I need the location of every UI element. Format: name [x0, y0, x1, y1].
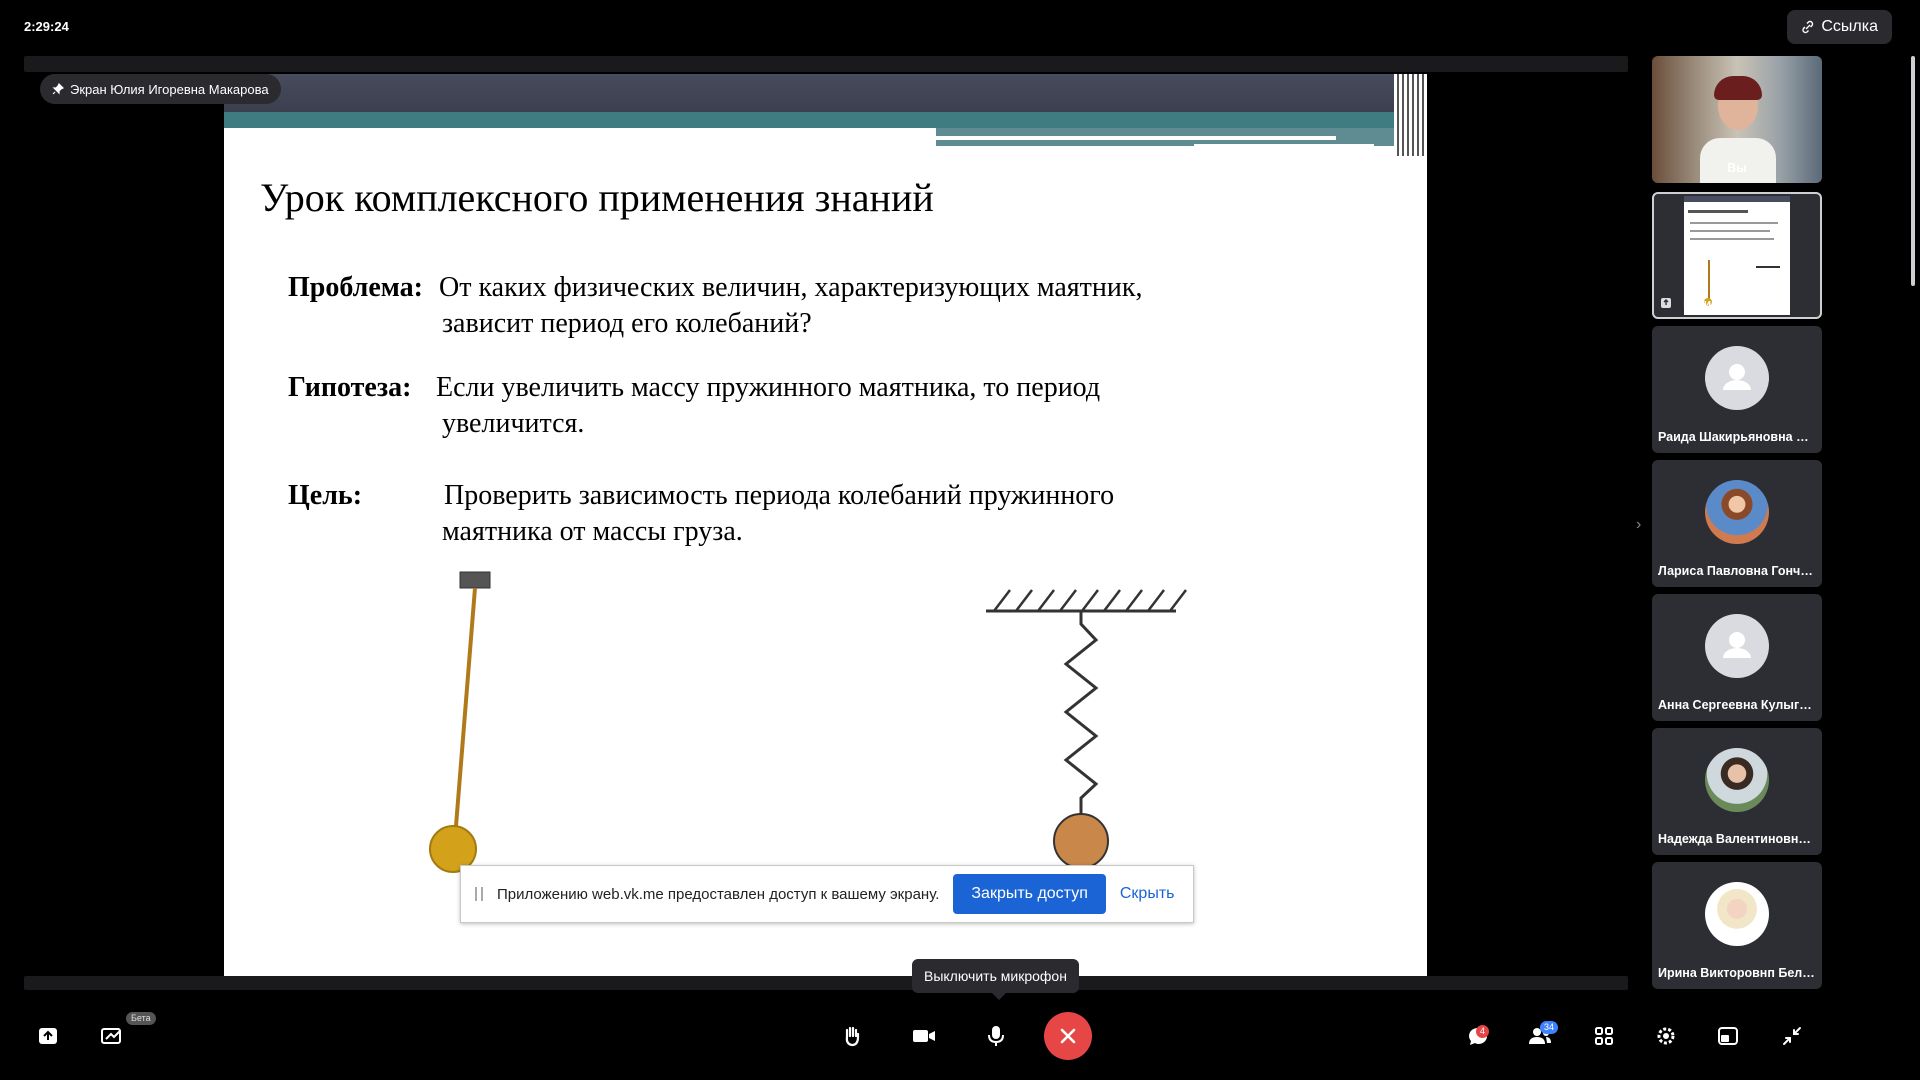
- grid-layout-button[interactable]: [1584, 1016, 1624, 1056]
- whiteboard-icon: [101, 1028, 121, 1044]
- end-call-button[interactable]: [1044, 1012, 1092, 1060]
- copy-link-button[interactable]: Ссылка: [1787, 10, 1892, 44]
- default-avatar-icon: [1705, 346, 1769, 410]
- participant-tile[interactable]: Анна Сергеевна Кулыгина 🎙: [1652, 594, 1822, 721]
- presenter-label: Экран Юлия Игоревна Макарова: [70, 81, 269, 97]
- participants-count-badge: 34: [1540, 1021, 1559, 1034]
- participant-name: Ирина Викторовнп Бельтюкова 🎙: [1658, 966, 1822, 980]
- chat-badge: 4: [1476, 1025, 1490, 1038]
- camera-button[interactable]: [904, 1016, 944, 1056]
- whiteboard-button[interactable]: [92, 1016, 132, 1056]
- participant-tile[interactable]: Ирина Викторовнп Бельтюкова 🎙: [1652, 862, 1822, 989]
- pin-icon: [52, 83, 64, 95]
- picture-in-picture-button[interactable]: [1708, 1016, 1748, 1056]
- drag-handle-icon[interactable]: [475, 887, 483, 901]
- participant-name: Лариса Павловна Гончарова 🎙: [1658, 564, 1822, 578]
- participant-tile[interactable]: Надежда Валентиновна Калин... 🎙: [1652, 728, 1822, 855]
- microphone-button[interactable]: [976, 1016, 1016, 1056]
- participant-tile-presenter[interactable]: Юлия Игоревна...: [1652, 192, 1822, 319]
- self-video-hair: [1714, 76, 1762, 100]
- upload-screen-icon: [39, 1028, 57, 1044]
- collapse-arrows-icon: [1783, 1027, 1801, 1045]
- camera-icon: [913, 1030, 935, 1042]
- participant-tile[interactable]: Раида Шакирьяновна Ахатова 🎙: [1652, 326, 1822, 453]
- shared-screen: Урок комплексного применения знаний Проб…: [224, 74, 1427, 976]
- exit-fullscreen-button[interactable]: [1772, 1016, 1812, 1056]
- participant-avatar: [1705, 480, 1769, 544]
- hide-notice-link[interactable]: Скрыть: [1120, 885, 1175, 903]
- copy-link-label: Ссылка: [1821, 18, 1878, 35]
- raise-hand-icon: [845, 1026, 860, 1047]
- participant-name: Раида Шакирьяновна Ахатова 🎙: [1658, 430, 1822, 444]
- sidebar-scrollbar[interactable]: [1911, 56, 1915, 286]
- participant-name: Анна Сергеевна Кулыгина 🎙: [1658, 698, 1822, 712]
- participant-tile[interactable]: Лариса Павловна Гончарова 🎙: [1652, 460, 1822, 587]
- mic-tooltip: Выключить микрофон: [912, 959, 1079, 1000]
- stage-top-bar: [24, 56, 1628, 72]
- spring-pendulum-illustration: [986, 589, 1187, 869]
- clock: 2:29:24: [24, 19, 69, 34]
- settings-button[interactable]: [1646, 1016, 1686, 1056]
- share-screen-button[interactable]: [28, 1016, 68, 1056]
- participant-name: Надежда Валентиновна Калин... 🎙: [1658, 832, 1822, 846]
- share-notice-text: Приложению web.vk.me предоставлен доступ…: [497, 885, 940, 903]
- participant-avatar: [1705, 748, 1769, 812]
- participant-name: Вы: [1727, 161, 1747, 175]
- participant-avatar: [1705, 882, 1769, 946]
- raise-hand-button[interactable]: [832, 1016, 872, 1056]
- close-icon: [1060, 1028, 1076, 1044]
- default-avatar-icon: [1705, 614, 1769, 678]
- collapse-sidebar-icon[interactable]: ›: [1636, 516, 1641, 534]
- gear-icon: [1657, 1027, 1675, 1045]
- participant-tile-self[interactable]: Вы: [1652, 56, 1822, 183]
- beta-badge: Бета: [126, 1012, 156, 1025]
- participant-name: Юлия Игоревна...: [1683, 297, 1791, 311]
- presenter-chip[interactable]: Экран Юлия Игоревна Макарова: [40, 74, 281, 104]
- stop-sharing-button[interactable]: Закрыть доступ: [953, 874, 1106, 914]
- pip-icon: [1718, 1027, 1738, 1045]
- microphone-icon: [988, 1026, 1004, 1046]
- stage-bottom-bar: [24, 976, 1628, 990]
- grid-icon: [1595, 1027, 1613, 1045]
- link-icon: [1802, 20, 1814, 34]
- screen-share-notice: Приложению web.vk.me предоставлен доступ…: [460, 865, 1194, 923]
